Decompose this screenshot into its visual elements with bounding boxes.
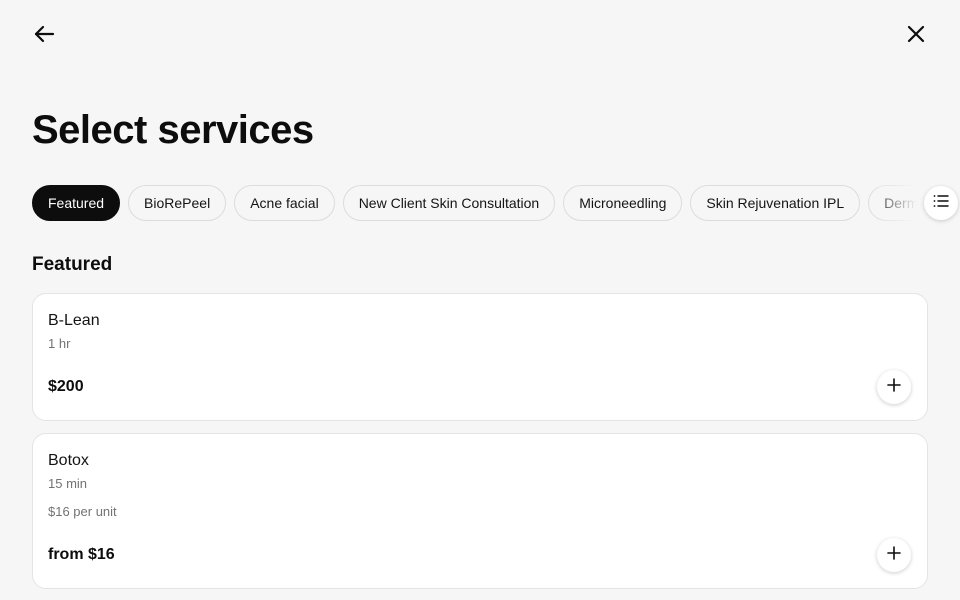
add-service-button[interactable] [877, 370, 911, 404]
service-price: $200 [48, 378, 84, 395]
add-service-button[interactable] [877, 538, 911, 572]
category-tabs: Featured BioRePeel Acne facial New Clien… [32, 185, 926, 221]
service-unit-price: $16 per unit [48, 504, 117, 519]
service-card-botox[interactable]: Botox 15 min $16 per unit from $16 [32, 433, 928, 589]
section-title: Featured [32, 254, 113, 275]
service-price: from $16 [48, 546, 115, 563]
arrow-left-icon [33, 23, 55, 50]
category-chip-new-client-skin-consultation[interactable]: New Client Skin Consultation [342, 185, 556, 221]
plus-icon [887, 377, 901, 397]
category-chip-skin-rejuvenation-ipl[interactable]: Skin Rejuvenation IPL [690, 185, 861, 221]
close-icon [907, 25, 925, 48]
plus-icon [887, 545, 901, 565]
category-chip-microneedling[interactable]: Microneedling [563, 185, 683, 221]
page-title: Select services [32, 108, 314, 152]
category-chip-derma[interactable]: Derma [868, 185, 926, 221]
service-name: B-Lean [48, 312, 100, 329]
close-button[interactable] [896, 16, 936, 56]
list-icon [933, 194, 949, 213]
service-name: Botox [48, 452, 89, 469]
back-button[interactable] [24, 16, 64, 56]
service-card-b-lean[interactable]: B-Lean 1 hr $200 [32, 293, 928, 421]
category-list-button[interactable] [924, 186, 958, 220]
service-duration: 1 hr [48, 336, 71, 351]
category-chip-acne-facial[interactable]: Acne facial [234, 185, 335, 221]
category-chip-featured[interactable]: Featured [32, 185, 121, 221]
category-chip-biorepeel[interactable]: BioRePeel [128, 185, 227, 221]
service-duration: 15 min [48, 476, 88, 491]
